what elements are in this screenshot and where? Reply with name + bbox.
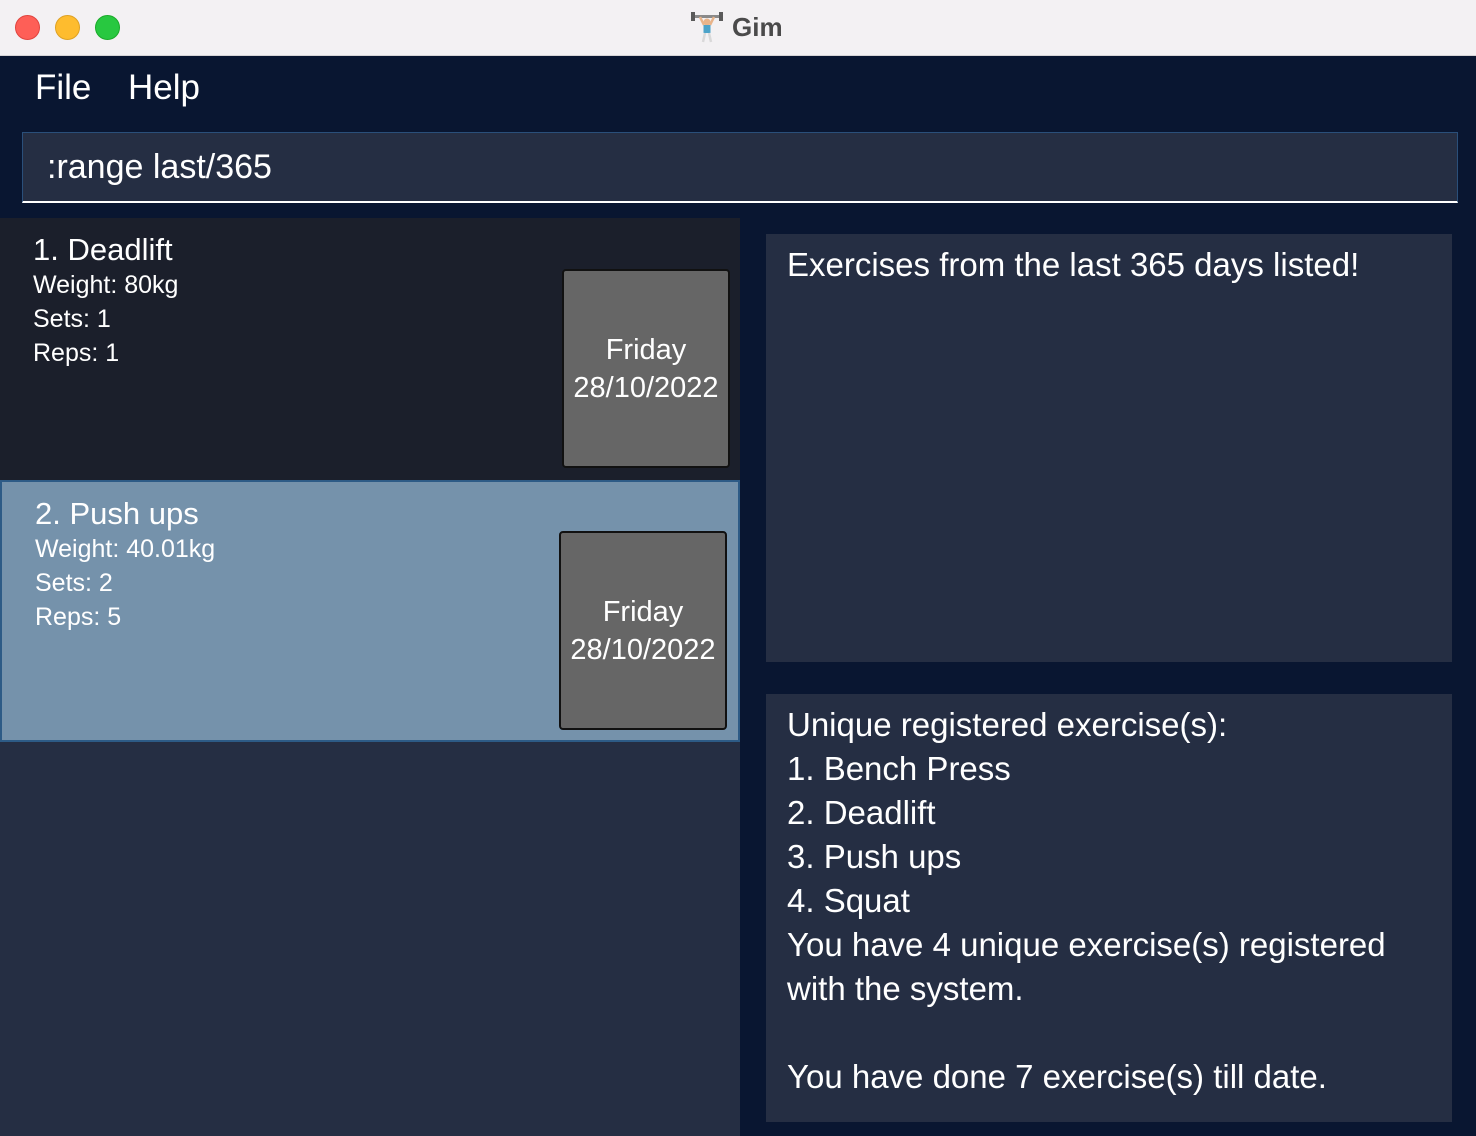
exercise-list[interactable]: 1. Deadlift Weight: 80kg Sets: 1 Reps: 1… (0, 218, 740, 1136)
stats-item: 3. Push ups (787, 838, 962, 875)
exercise-name: 2. Push ups (35, 496, 199, 531)
command-box (22, 132, 1458, 203)
exercise-date-box: Friday 28/10/2022 (562, 269, 730, 468)
window-title-group: Gim (690, 10, 783, 44)
stats-item: 4. Squat (787, 882, 910, 919)
stats-summary-cont: with the system. (787, 970, 1024, 1007)
stats-summary: You have 4 unique exercise(s) registered (787, 926, 1386, 963)
window-title: Gim (732, 11, 783, 42)
menu-bar: File Help (0, 56, 1476, 122)
exercise-name: 1. Deadlift (33, 232, 173, 267)
window-titlebar: Gim (0, 0, 1476, 56)
exercise-reps: Reps: 5 (35, 603, 122, 631)
command-input[interactable] (23, 133, 1457, 201)
result-display: Exercises from the last 365 days listed! (766, 234, 1452, 662)
exercise-reps: Reps: 1 (33, 339, 120, 367)
exercise-date-box: Friday 28/10/2022 (559, 531, 727, 730)
exercise-day: Friday (602, 595, 684, 628)
minimize-window-button[interactable] (55, 15, 80, 40)
exercise-day: Friday (605, 333, 687, 366)
menu-help[interactable]: Help (128, 68, 200, 108)
close-window-button[interactable] (15, 15, 40, 40)
exercise-card[interactable]: 1. Deadlift Weight: 80kg Sets: 1 Reps: 1… (0, 218, 740, 480)
exercise-card-selected[interactable]: 2. Push ups Weight: 40.01kg Sets: 2 Reps… (0, 480, 740, 742)
exercise-sets: Sets: 1 (33, 305, 111, 333)
exercise-sets: Sets: 2 (35, 569, 113, 597)
stats-item: 2. Deadlift (787, 794, 936, 831)
menu-file[interactable]: File (35, 68, 91, 108)
exercise-weight: Weight: 40.01kg (35, 535, 216, 563)
exercise-date: 28/10/2022 (570, 633, 716, 666)
stats-heading: Unique registered exercise(s): (787, 706, 1228, 743)
stats-item: 1. Bench Press (787, 750, 1011, 787)
result-message: Exercises from the last 365 days listed! (787, 246, 1360, 283)
maximize-window-button[interactable] (95, 15, 120, 40)
weightlifter-icon (690, 10, 724, 44)
stats-panel: Unique registered exercise(s): 1. Bench … (766, 694, 1452, 1122)
exercise-weight: Weight: 80kg (33, 271, 179, 299)
exercise-date: 28/10/2022 (573, 371, 719, 404)
stats-total: You have done 7 exercise(s) till date. (787, 1058, 1327, 1095)
